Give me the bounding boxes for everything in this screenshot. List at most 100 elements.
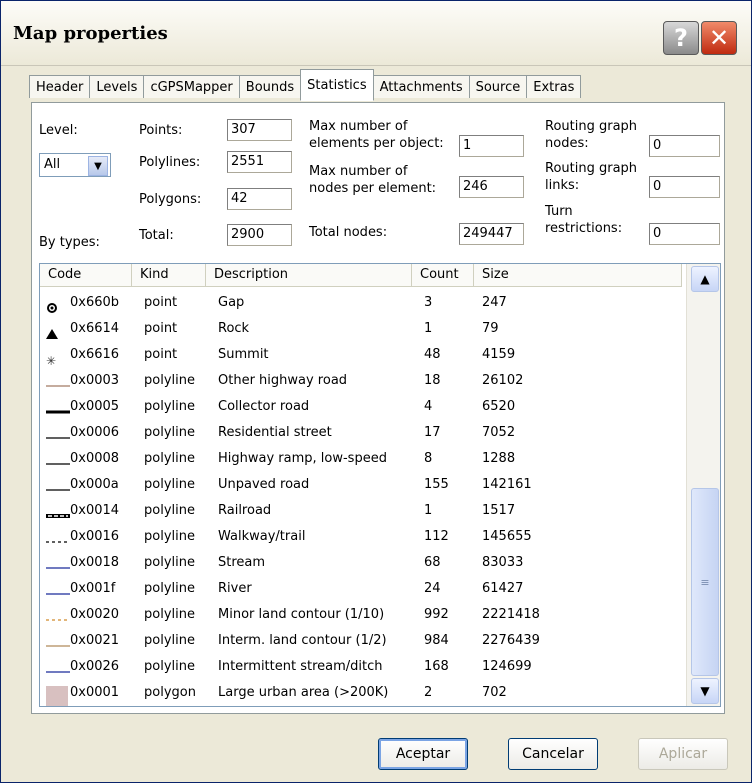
column-kind[interactable]: Kind <box>132 264 206 286</box>
cell-description: Summit <box>218 347 269 362</box>
total-nodes-label: Total nodes: <box>309 225 388 240</box>
list-item[interactable]: ✳ 0x6616 point Summit 48 4159 <box>40 342 682 368</box>
level-select[interactable]: All ▼ <box>39 153 111 177</box>
cell-description: Gap <box>218 295 245 310</box>
list-item[interactable]: 0x0026 polyline Intermittent stream/ditch 1… <box>40 654 682 680</box>
cell-count: 992 <box>424 607 449 622</box>
cell-kind: point <box>144 295 178 310</box>
polylines-field: 2551 <box>227 151 292 173</box>
cell-count: 984 <box>424 633 449 648</box>
cell-code: 0x0003 <box>70 373 120 388</box>
cell-count: 17 <box>424 425 441 440</box>
column-count[interactable]: Count <box>412 264 474 286</box>
points-field: 307 <box>227 119 292 141</box>
tab-extras[interactable]: Extras <box>526 75 582 98</box>
help-icon[interactable]: ? <box>663 21 699 55</box>
cell-code: 0x0018 <box>70 555 120 570</box>
cell-count: 155 <box>424 477 449 492</box>
list-item[interactable]: 0x0003 polyline Other highway road 18 26102 <box>40 368 682 394</box>
map-properties-dialog: Map properties ? ✕ Header Levels cGPSMap… <box>0 0 752 783</box>
apply-button[interactable]: Aplicar <box>638 738 728 770</box>
scroll-down-icon[interactable]: ▼ <box>691 678 719 704</box>
cell-size: 61427 <box>482 581 524 596</box>
scroll-thumb[interactable]: ≡ <box>691 488 719 676</box>
cell-kind: polyline <box>144 477 195 492</box>
list-item[interactable]: 0x0016 polyline Walkway/trail 112 145655 <box>40 524 682 550</box>
tab-levels[interactable]: Levels <box>89 75 145 98</box>
cell-code: 0x0020 <box>70 607 120 622</box>
list-item[interactable]: 0x0005 polyline Collector road 4 6520 <box>40 394 682 420</box>
style-icon <box>46 662 70 674</box>
vertical-scrollbar[interactable]: ▲ ≡ ▼ <box>686 264 720 706</box>
list-item[interactable]: 0x0014 polyline Railroad 1 1517 <box>40 498 682 524</box>
tab-strip: Header Levels cGPSMapper Bounds Statisti… <box>29 69 582 103</box>
cell-size: 2221418 <box>482 607 540 622</box>
style-icon <box>46 686 70 706</box>
close-icon[interactable]: ✕ <box>701 21 737 55</box>
max-per-object-label-1: Max number of <box>309 119 408 134</box>
tab-cgpsmapper[interactable]: cGPSMapper <box>143 75 240 98</box>
polygons-field: 42 <box>227 188 292 210</box>
cancel-button[interactable]: Cancelar <box>508 738 598 770</box>
scroll-up-icon[interactable]: ▲ <box>691 266 719 292</box>
style-icon <box>46 480 70 492</box>
routing-nodes-label-1: Routing graph <box>545 119 638 134</box>
window-title: Map properties <box>13 23 168 44</box>
tab-header[interactable]: Header <box>29 75 91 98</box>
list-item[interactable]: 0x0006 polyline Residential street 17 7052 <box>40 420 682 446</box>
cell-size: 26102 <box>482 373 524 388</box>
polygons-label: Polygons: <box>139 192 202 207</box>
cell-count: 2 <box>424 685 433 700</box>
max-per-element-label-2: nodes per element: <box>309 181 437 196</box>
style-icon <box>46 532 70 544</box>
list-item[interactable]: 0x001f polyline River 24 61427 <box>40 576 682 602</box>
cell-kind: polyline <box>144 503 195 518</box>
column-code[interactable]: Code <box>40 264 132 286</box>
level-value: All <box>44 157 61 172</box>
tab-statistics[interactable]: Statistics <box>300 69 374 101</box>
svg-text:✳: ✳ <box>46 354 56 368</box>
list-item[interactable]: 0x0001 polygon Large urban area (>200K) 2 70… <box>40 680 682 706</box>
cell-count: 68 <box>424 555 441 570</box>
list-item[interactable]: 0x0008 polyline Highway ramp, low-speed 8 12… <box>40 446 682 472</box>
cell-count: 24 <box>424 581 441 596</box>
max-per-object-label-2: elements per object: <box>309 136 444 151</box>
list-item[interactable]: 0x000a polyline Unpaved road 155 142161 <box>40 472 682 498</box>
list-item[interactable]: 0x0021 polyline Interm. land contour (1/2)… <box>40 628 682 654</box>
tab-source[interactable]: Source <box>468 75 528 98</box>
cell-code: 0x0016 <box>70 529 120 544</box>
total-field: 2900 <box>227 224 292 246</box>
cell-description: Walkway/trail <box>218 529 306 544</box>
style-icon <box>46 558 70 570</box>
cell-description: Minor land contour (1/10) <box>218 607 385 622</box>
list-header: Code Kind Description Count Size <box>40 264 682 287</box>
list-item[interactable]: 0x6614 point Rock 1 79 <box>40 316 682 342</box>
tab-attachments[interactable]: Attachments <box>372 75 470 98</box>
tab-bounds[interactable]: Bounds <box>238 75 302 98</box>
max-per-element-field: 246 <box>459 176 524 198</box>
accept-button[interactable]: Aceptar <box>378 738 468 770</box>
types-list[interactable]: Code Kind Description Count Size 0x660b p… <box>39 263 721 707</box>
turn-label-1: Turn <box>545 204 573 219</box>
cell-kind: polyline <box>144 633 195 648</box>
cell-count: 112 <box>424 529 449 544</box>
cell-code: 0x0001 <box>70 685 120 700</box>
list-item[interactable]: 0x0020 polyline Minor land contour (1/10) 9… <box>40 602 682 628</box>
chevron-down-icon[interactable]: ▼ <box>88 156 108 176</box>
cell-kind: polyline <box>144 555 195 570</box>
cell-code: 0x0005 <box>70 399 120 414</box>
cell-description: Collector road <box>218 399 310 414</box>
column-description[interactable]: Description <box>206 264 412 286</box>
star-icon: ✳ <box>46 350 70 368</box>
cell-code: 0x001f <box>70 581 116 596</box>
list-item[interactable]: 0x0018 polyline Stream 68 83033 <box>40 550 682 576</box>
cell-kind: point <box>144 347 178 362</box>
style-icon <box>46 636 70 648</box>
cell-kind: polyline <box>144 399 195 414</box>
cell-size: 83033 <box>482 555 524 570</box>
column-size[interactable]: Size <box>474 264 682 286</box>
list-item[interactable]: 0x660b point Gap 3 247 <box>40 290 682 316</box>
total-label: Total: <box>139 228 174 243</box>
cell-count: 48 <box>424 347 441 362</box>
cell-size: 1517 <box>482 503 516 518</box>
